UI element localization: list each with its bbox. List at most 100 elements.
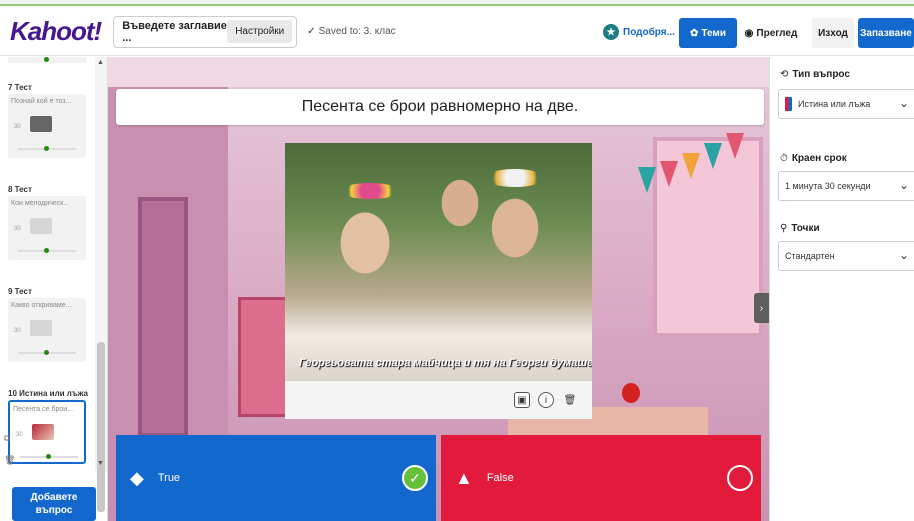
eye-icon: ◉ xyxy=(744,27,754,39)
correct-toggle-icon[interactable] xyxy=(727,465,753,491)
slide-sidebar: ▲ ▼ 7 Тест Познай кой е тоз... 30 8 Тест… xyxy=(0,57,108,521)
upgrade-button[interactable]: ★ Подобря... xyxy=(603,8,675,56)
slide-status-dot xyxy=(46,454,51,459)
add-question-button[interactable]: Добавете въпрос xyxy=(12,487,96,521)
chevron-down-icon: ⌄ xyxy=(898,178,909,192)
settings-panel: ⟲ Тип въпрос Истина или лъжа ⌄ ⏱ Краен сро… xyxy=(769,57,914,521)
points-select[interactable]: Стандартен ⌄ xyxy=(778,241,914,271)
sidebar-slide-7[interactable]: 7 Тест Познай кой е тоз... 30 xyxy=(8,83,92,158)
slide-question: Кои мелодическ... xyxy=(11,200,70,207)
time-limit-value: 1 минута 30 секунди xyxy=(785,181,871,191)
slide-status-dot xyxy=(44,57,49,62)
answer-false[interactable]: ▲ False xyxy=(441,435,761,521)
background-board xyxy=(238,297,288,417)
check-icon: ✓ xyxy=(307,26,316,37)
true-false-icon xyxy=(785,97,792,111)
question-type-select[interactable]: Истина или лъжа ⌄ xyxy=(778,89,914,119)
folk-costume-photo xyxy=(285,143,592,419)
time-limit-select[interactable]: 1 минута 30 секунди ⌄ xyxy=(778,171,914,201)
bunting-flag xyxy=(638,167,656,193)
apple-decoration xyxy=(622,383,640,403)
media-toolbar: ▣ i 🗑 xyxy=(285,381,592,419)
slide-card[interactable]: Кои мелодическ... 30 xyxy=(8,196,86,260)
slide-time: 30 xyxy=(14,124,21,130)
slide-question: Песента се брои... xyxy=(13,406,74,413)
bunting-flag xyxy=(660,161,678,187)
points-value: Стандартен xyxy=(785,251,835,261)
slide-card[interactable]: Какво откриваме... 30 xyxy=(8,298,86,362)
upgrade-label: Подобря... xyxy=(623,26,675,38)
slide-question: Какво откриваме... xyxy=(11,302,72,309)
background-ceiling xyxy=(108,57,769,87)
title-placeholder[interactable]: Въведете заглавие ... xyxy=(122,20,227,44)
clock-icon: ⏱ xyxy=(780,153,788,164)
time-limit-label: ⏱ Краен срок xyxy=(780,153,847,164)
save-button[interactable]: Запазване xyxy=(858,18,914,48)
answer-label: True xyxy=(157,472,181,484)
info-icon[interactable]: i xyxy=(538,392,554,408)
points-label-text: Точки xyxy=(791,223,820,234)
window-top-strip xyxy=(0,0,914,6)
slide-question: Познай кой е тоз... xyxy=(11,98,72,105)
slide-card-selected[interactable]: Песента се брои... 30 xyxy=(8,400,86,464)
slide-header: 10 Истина или лъжа xyxy=(8,389,88,398)
question-title-input[interactable]: Песента се брои равномерно на две. xyxy=(116,89,764,125)
question-canvas: Песента се брои равномерно на две. Георг… xyxy=(108,57,769,521)
slide-status-dot xyxy=(44,350,49,355)
slide-time: 30 xyxy=(14,328,21,334)
slide-thumbnail xyxy=(32,424,54,440)
kahoot-logo[interactable]: Kahoot! xyxy=(10,16,102,47)
question-type-label: ⟲ Тип въпрос xyxy=(780,69,850,80)
crop-icon[interactable]: ▣ xyxy=(514,392,530,408)
media-image[interactable]: Георгьовата стара майчица и тя на Георги… xyxy=(285,143,592,419)
points-label: ⚲ Точки xyxy=(780,223,820,234)
bunting-flag xyxy=(682,153,700,179)
slide-card-partial[interactable] xyxy=(8,57,86,63)
slide-header: 9 Тест xyxy=(8,287,32,296)
slide-card[interactable]: Познай кой е тоз... 30 xyxy=(8,94,86,158)
slide-header: 7 Тест xyxy=(8,83,32,92)
question-type-icon: ⟲ xyxy=(780,69,789,80)
chevron-right-icon[interactable]: › xyxy=(754,293,769,323)
exit-button[interactable]: Изход xyxy=(812,18,854,48)
question-type-value: Истина или лъжа xyxy=(798,99,871,109)
sidebar-slide-10[interactable]: 10 Истина или лъжа Песента се брои... 30 xyxy=(8,389,92,464)
diamond-icon: ◆ xyxy=(130,467,144,488)
settings-button[interactable]: Настройки xyxy=(227,20,293,43)
slide-thumbnail xyxy=(30,218,52,234)
flower-wreath xyxy=(485,169,545,187)
bunting-flag xyxy=(726,133,744,159)
slide-header: 8 Тест xyxy=(8,185,32,194)
slide-status-dot xyxy=(44,146,49,151)
saved-text: Saved to: 3. клас xyxy=(318,26,396,37)
themes-button[interactable]: ✿ Теми xyxy=(679,18,737,48)
trash-icon[interactable]: 🗑 xyxy=(4,455,15,466)
slide-time: 30 xyxy=(14,226,21,232)
flower-wreath xyxy=(340,183,400,199)
bunting-flag xyxy=(704,143,722,169)
question-type-label-text: Тип въпрос xyxy=(792,69,850,80)
title-field[interactable]: Въведете заглавие ... Настройки xyxy=(113,15,298,48)
slide-thumbnail xyxy=(30,116,52,132)
time-limit-label-text: Краен срок xyxy=(791,153,847,164)
triangle-icon: ▲ xyxy=(455,467,473,488)
answer-true[interactable]: ◆ True ✓ xyxy=(116,435,436,521)
media-caption: Георгьовата стара майчица и тя на Георги… xyxy=(299,357,592,369)
trash-icon[interactable]: 🗑 xyxy=(562,392,578,408)
star-icon: ★ xyxy=(603,24,619,40)
sidebar-slide-8[interactable]: 8 Тест Кои мелодическ... 30 xyxy=(8,185,92,260)
background-door xyxy=(138,197,188,437)
scroll-down-icon[interactable]: ▼ xyxy=(97,460,104,467)
sidebar-scroll-thumb[interactable] xyxy=(97,342,105,512)
preview-button[interactable]: ◉ Преглед xyxy=(742,18,800,48)
saved-status: ✓ Saved to: 3. клас xyxy=(307,26,395,37)
palette-icon: ✿ xyxy=(690,27,699,39)
sidebar-slide-9[interactable]: 9 Тест Какво откриваме... 30 xyxy=(8,287,92,362)
scroll-up-icon[interactable]: ▲ xyxy=(97,59,104,66)
preview-label: Преглед xyxy=(756,27,798,39)
duplicate-icon[interactable]: ⧉ xyxy=(4,433,10,444)
chevron-down-icon: ⌄ xyxy=(898,248,909,262)
themes-label: Теми xyxy=(701,27,726,39)
medal-icon: ⚲ xyxy=(780,223,788,234)
correct-check-icon[interactable]: ✓ xyxy=(402,465,428,491)
